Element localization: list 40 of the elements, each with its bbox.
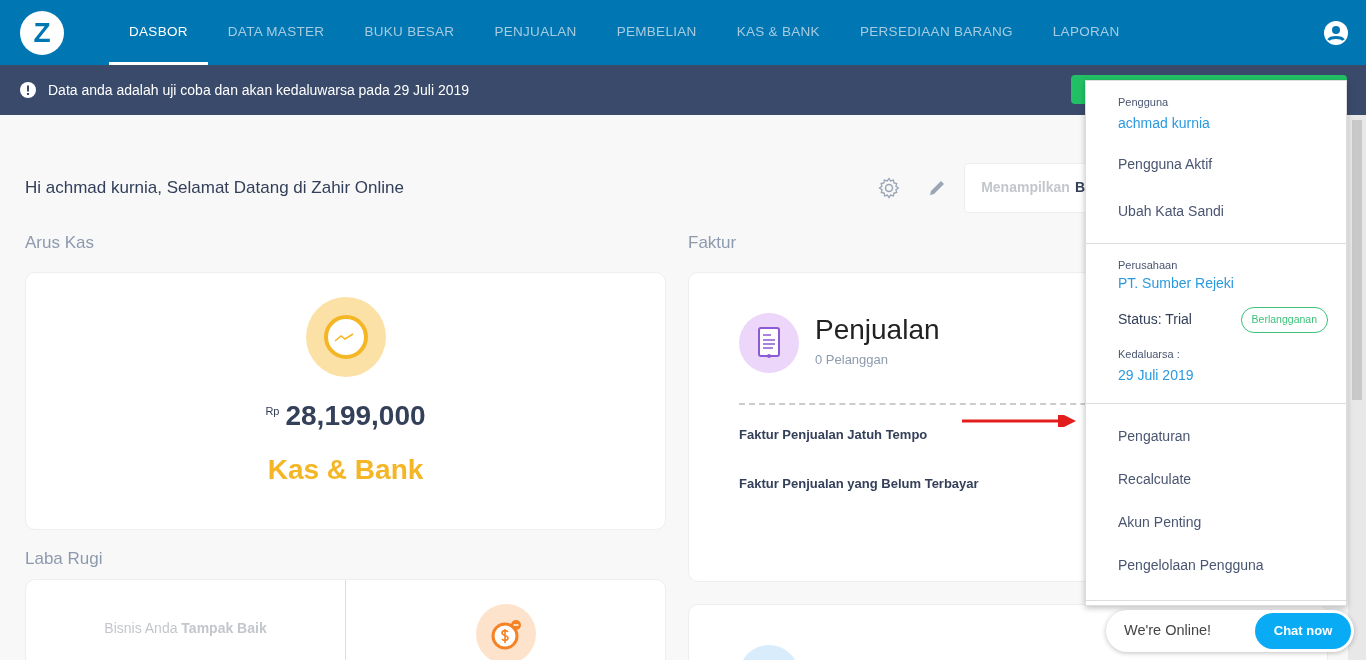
settings-icon (878, 176, 901, 199)
menu-item[interactable]: Recalculate (1086, 469, 1192, 491)
chat-status: We're Online! (1124, 621, 1212, 641)
profit-message: Bisnis Anda Tampak Baik (104, 619, 267, 638)
section-heading: Faktur (688, 232, 738, 254)
nav-tab[interactable]: BUKU BESAR (344, 0, 475, 65)
alert-icon (20, 82, 36, 98)
filter-label: Menampilkan (981, 178, 1070, 197)
cash-title: Kas & Bank (267, 453, 424, 488)
expiry-date: 29 Juli 2019 (1117, 366, 1195, 386)
nav-tab[interactable]: KAS & BANK (716, 0, 840, 65)
section-heading: Laba Rugi (25, 547, 104, 570)
menu-item[interactable]: Pengelolaan Pengguna (1086, 555, 1264, 577)
currency-label: Rp (265, 403, 280, 419)
nav-tab[interactable]: PERSEDIAAN BARANG (839, 0, 1033, 65)
filter-value: B (1074, 178, 1085, 197)
nav-tab[interactable]: PEMBELIAN (596, 0, 717, 65)
edit-icon (928, 178, 947, 197)
nav-tab[interactable]: LAPORAN (1032, 0, 1140, 65)
card-title: Penjualan (815, 315, 940, 347)
menu-item[interactable]: Pengaturan (1086, 426, 1191, 448)
chat-button[interactable]: Chat now (1255, 613, 1351, 649)
section-heading: Arus Kas (25, 232, 95, 254)
user-icon (1324, 20, 1348, 45)
welcome-title: Hi achmad kurnia, Selamat Datang di Zahir Online (25, 176, 404, 199)
scrollbar-thumb[interactable] (1352, 120, 1362, 400)
status-text: Status: Trial (1118, 310, 1192, 330)
logo[interactable]: Z (20, 10, 64, 55)
cash-amount: 28,199,000 (285, 400, 426, 432)
nav-tab[interactable]: PENJUALAN (474, 0, 597, 65)
card-subtitle: 0 Pelanggan (815, 351, 889, 370)
menu-label: Perusahaan (1117, 257, 1179, 273)
company-name: PT. Sumber Rejeki (1117, 274, 1235, 293)
nav-tab[interactable]: DATA MASTER (207, 0, 345, 65)
alert-text: Data anda adalah uji coba dan akan kedaluwarsa pada 29 Juli 2019 (48, 80, 470, 100)
user-name[interactable]: achmad kurnia (1086, 112, 1346, 134)
menu-label: Pengguna (1117, 95, 1170, 110)
menu-item[interactable]: Akun Penting (1086, 512, 1202, 534)
menu-label: Kedaluarsa : (1117, 346, 1181, 362)
chart-coin-icon (305, 296, 386, 377)
